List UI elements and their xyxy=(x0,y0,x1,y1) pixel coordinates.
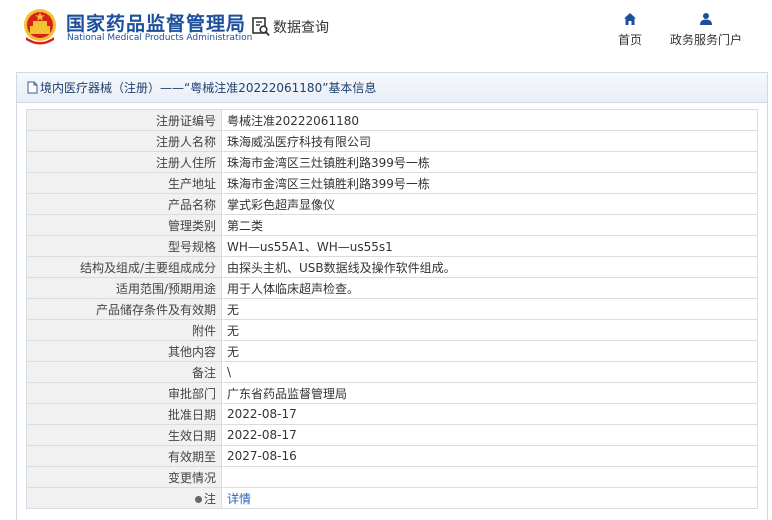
table-row: 注册证编号 粤械注准20222061180 xyxy=(26,109,758,131)
note-value-cell: 详情 xyxy=(221,487,758,509)
field-value: 2027-08-16 xyxy=(221,445,758,467)
table-row-note: 注详情 xyxy=(26,487,758,509)
field-value: 珠海威泓医疗科技有限公司 xyxy=(221,130,758,152)
field-value: 无 xyxy=(221,340,758,362)
field-label: 生产地址 xyxy=(26,172,222,194)
table-row: 附件无 xyxy=(26,319,758,341)
national-emblem-icon xyxy=(24,9,56,45)
table-row: 产品名称 掌式彩色超声显像仪 xyxy=(26,193,758,215)
field-value: 粤械注准20222061180 xyxy=(221,109,758,131)
field-value: 2022-08-17 xyxy=(221,424,758,446)
field-label: 管理类别 xyxy=(26,214,222,236)
table-row: 注册人住所 珠海市金湾区三灶镇胜利路399号一栋 xyxy=(26,151,758,173)
table-row: 生产地址 珠海市金湾区三灶镇胜利路399号一栋 xyxy=(26,172,758,194)
field-label: 适用范围/预期用途 xyxy=(26,277,222,299)
note-label: 注 xyxy=(203,491,216,506)
field-value: 珠海市金湾区三灶镇胜利路399号一栋 xyxy=(221,172,758,194)
field-label: 注册人名称 xyxy=(26,130,222,152)
field-label: 审批部门 xyxy=(26,382,222,404)
field-value: 由探头主机、USB数据线及操作软件组成。 xyxy=(221,256,758,278)
data-query-link[interactable]: 数据查询 xyxy=(252,16,329,38)
field-label: 注册人住所 xyxy=(26,151,222,173)
field-label: 生效日期 xyxy=(26,424,222,446)
field-value: 第二类 xyxy=(221,214,758,236)
table-row: 型号规格 WH—us55A1、WH—us55s1 xyxy=(26,235,758,257)
field-label: 产品储存条件及有效期 xyxy=(26,298,222,320)
note-label-cell: 注 xyxy=(26,487,222,509)
table-row: 结构及组成/主要组成成分 由探头主机、USB数据线及操作软件组成。 xyxy=(26,256,758,278)
field-value: 广东省药品监督管理局 xyxy=(221,382,758,404)
table-row: 变更情况 xyxy=(26,466,758,488)
field-value: 用于人体临床超声检查。 xyxy=(221,277,758,299)
field-value: 无 xyxy=(221,319,758,341)
table-row: 管理类别 第二类 xyxy=(26,214,758,236)
table-row: 产品储存条件及有效期无 xyxy=(26,298,758,320)
table-row: 备注 \ xyxy=(26,361,758,383)
panel-title-text: 境内医疗器械（注册）——“粤械注准20222061180”基本信息 xyxy=(40,81,377,95)
nav-service-portal[interactable]: 政务服务门户 xyxy=(667,12,745,48)
field-label: 变更情况 xyxy=(26,466,222,488)
data-query-label: 数据查询 xyxy=(273,20,329,36)
field-value: WH—us55A1、WH—us55s1 xyxy=(221,235,758,257)
nav-home[interactable]: 首页 xyxy=(612,12,648,48)
nav-service-label: 政务服务门户 xyxy=(669,33,742,47)
table-row: 审批部门 广东省药品监督管理局 xyxy=(26,382,758,404)
brand-title-en: National Medical Products Administration xyxy=(67,33,253,43)
info-table-body: 注册证编号 粤械注准20222061180 注册人名称 珠海威泓医疗科技有限公司 注册人… xyxy=(26,109,758,509)
dot-icon xyxy=(194,495,202,503)
field-value xyxy=(221,466,758,488)
brand-title-cn: 国家药品监督管理局 xyxy=(66,13,247,35)
document-search-icon xyxy=(252,17,270,37)
field-label: 其他内容 xyxy=(26,340,222,362)
field-value: \ xyxy=(221,361,758,383)
site-header: 国家药品监督管理局 National Medical Products Admi… xyxy=(0,0,772,62)
field-value: 珠海市金湾区三灶镇胜利路399号一栋 xyxy=(221,151,758,173)
field-value: 无 xyxy=(221,298,758,320)
panel-title: 境内医疗器械（注册）——“粤械注准20222061180”基本信息 xyxy=(17,73,767,103)
table-row: 注册人名称 珠海威泓医疗科技有限公司 xyxy=(26,130,758,152)
field-value: 掌式彩色超声显像仪 xyxy=(221,193,758,215)
field-value: 2022-08-17 xyxy=(221,403,758,425)
field-label: 注册证编号 xyxy=(26,109,222,131)
document-icon xyxy=(27,81,38,94)
home-icon xyxy=(624,13,636,25)
table-row: 其他内容无 xyxy=(26,340,758,362)
field-label: 型号规格 xyxy=(26,235,222,257)
field-label: 批准日期 xyxy=(26,403,222,425)
table-row: 批准日期 2022-08-17 xyxy=(26,403,758,425)
field-label: 备注 xyxy=(26,361,222,383)
table-row: 生效日期 2022-08-17 xyxy=(26,424,758,446)
table-row: 适用范围/预期用途 用于人体临床超声检查。 xyxy=(26,277,758,299)
nav-home-label: 首页 xyxy=(617,33,642,47)
details-link[interactable]: 详情 xyxy=(227,492,251,506)
detail-panel: 境内医疗器械（注册）——“粤械注准20222061180”基本信息 注册证编号粤… xyxy=(16,72,768,520)
info-table: 注册证编号 粤械注准20222061180 注册人名称 珠海威泓医疗科技有限公司 注册人… xyxy=(26,109,758,509)
field-label: 附件 xyxy=(26,319,222,341)
field-label: 有效期至 xyxy=(26,445,222,467)
field-label: 结构及组成/主要组成成分 xyxy=(26,256,222,278)
field-label: 产品名称 xyxy=(26,193,222,215)
table-row: 有效期至 2027-08-16 xyxy=(26,445,758,467)
user-icon xyxy=(700,13,712,25)
